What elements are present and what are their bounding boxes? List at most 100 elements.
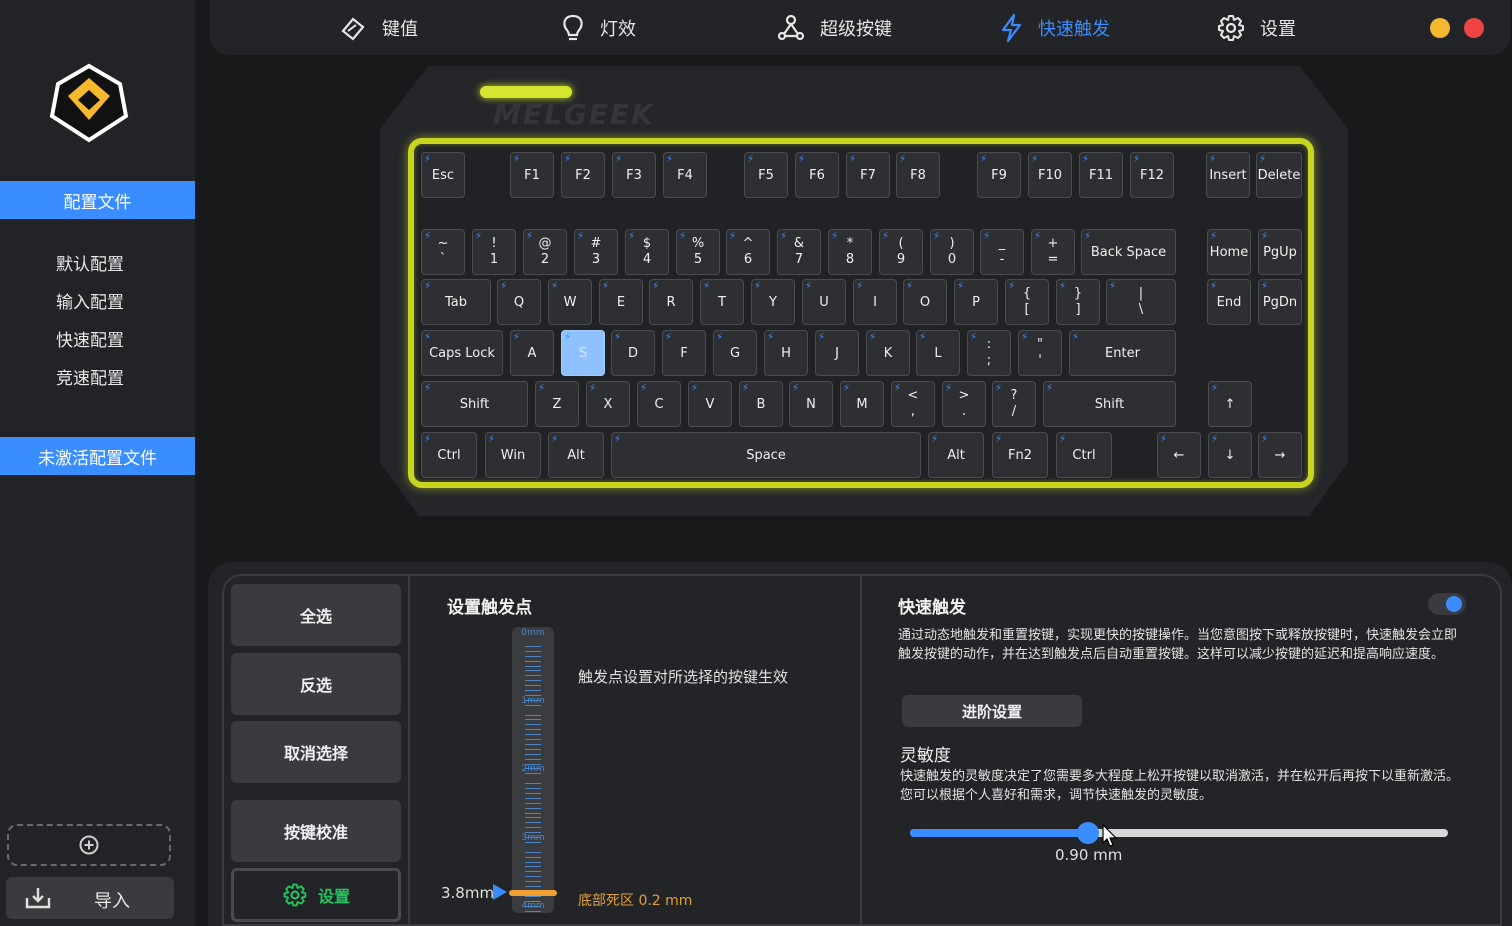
key-f12[interactable]: ⚡ F12 [1130,152,1174,198]
select-all-button[interactable]: 全选 [231,584,401,646]
tab-super-key[interactable]: 超级按键 [776,12,892,44]
key-f11[interactable]: ⚡ F11 [1079,152,1123,198]
key-fn2[interactable]: ⚡ Fn2 [992,432,1048,478]
rapid-trigger-toggle[interactable] [1428,593,1466,615]
key-[interactable]: ⚡ _ - [980,229,1024,275]
calibrate-button[interactable]: 按键校准 [231,800,401,862]
key-f5[interactable]: ⚡ F5 [744,152,788,198]
invert-selection-button[interactable]: 反选 [231,653,401,715]
key-[interactable]: ⚡ ↓ [1208,432,1252,478]
key-8[interactable]: ⚡ * 8 [828,229,872,275]
key-a[interactable]: ⚡ A [510,330,554,376]
key-win[interactable]: ⚡ Win [485,432,541,478]
trigger-gauge[interactable]: 0mm 1mm 2mm 3mm 4mm [512,627,554,913]
advanced-settings-button[interactable]: 进阶设置 [902,695,1082,727]
profile-fast[interactable]: 快速配置 [0,321,180,355]
key-m[interactable]: ⚡ M [840,381,884,427]
key-[interactable]: ⚡ >. [942,381,986,427]
key-[interactable]: ⚡ " ' [1018,330,1062,376]
key-c[interactable]: ⚡ C [637,381,681,427]
key-space[interactable]: ⚡ Space [611,432,921,478]
minimize-button[interactable] [1430,18,1450,38]
key-9[interactable]: ⚡ (9 [879,229,923,275]
key-[interactable]: ⚡ + = [1031,229,1075,275]
key-f3[interactable]: ⚡ F3 [612,152,656,198]
trigger-point-marker[interactable] [509,890,557,896]
tab-rapid-trigger[interactable]: 快速触发 [998,12,1110,44]
key-w[interactable]: ⚡ W [548,279,592,325]
close-button[interactable] [1464,18,1484,38]
key-l[interactable]: ⚡ L [916,330,960,376]
key-e[interactable]: ⚡ E [599,279,643,325]
key-7[interactable]: ⚡ & 7 [777,229,821,275]
key-[interactable]: ⚡ <, [891,381,935,427]
key-[interactable]: ⚡ ← [1157,432,1201,478]
key-5[interactable]: ⚡ % 5 [676,229,720,275]
key-z[interactable]: ⚡ Z [535,381,579,427]
key-f6[interactable]: ⚡ F6 [795,152,839,198]
key-f4[interactable]: ⚡ F4 [663,152,707,198]
key-ctrl[interactable]: ⚡ Ctrl [421,432,477,478]
key-4[interactable]: ⚡ $4 [625,229,669,275]
key-d[interactable]: ⚡ D [611,330,655,376]
key-[interactable]: ⚡ {[ [1005,279,1049,325]
key-g[interactable]: ⚡ G [713,330,757,376]
key-capslock[interactable]: ⚡ Caps Lock [421,330,503,376]
key-[interactable]: ⚡ ? / [992,381,1036,427]
key-f7[interactable]: ⚡ F7 [846,152,890,198]
key-h[interactable]: ⚡ H [764,330,808,376]
key-0[interactable]: ⚡) 0 [930,229,974,275]
key-shift[interactable]: ⚡ Shift [421,381,528,427]
add-profile-button[interactable] [7,824,171,866]
sensitivity-slider-handle[interactable] [1076,822,1099,844]
key-u[interactable]: ⚡ U [802,279,846,325]
inactive-profiles-header[interactable]: 未激活配置文件 [0,437,195,475]
key-3[interactable]: ⚡ #3 [574,229,618,275]
key-home[interactable]: ⚡ Home [1207,229,1251,275]
key-[interactable]: ⚡:; [967,330,1011,376]
key-pgdn[interactable]: ⚡ PgDn [1258,279,1302,325]
profile-typing[interactable]: 输入配置 [0,283,180,317]
key-y[interactable]: ⚡ Y [751,279,795,325]
tab-lighting[interactable]: 灯效 [560,12,636,44]
key-f9[interactable]: ⚡ F9 [977,152,1021,198]
key-end[interactable]: ⚡ End [1207,279,1251,325]
key-s[interactable]: ⚡ S [561,330,605,376]
profile-default[interactable]: 默认配置 [0,245,180,279]
key-b[interactable]: ⚡ B [739,381,783,427]
key-f8[interactable]: ⚡ F8 [896,152,940,198]
key-p[interactable]: ⚡ P [954,279,998,325]
key-shift[interactable]: ⚡ Shift [1043,381,1176,427]
key-1[interactable]: ⚡ ! 1 [472,229,516,275]
key-alt[interactable]: ⚡ Alt [928,432,984,478]
key-[interactable]: ⚡ | \ [1106,279,1176,325]
key-delete[interactable]: ⚡ Delete [1256,152,1302,198]
tab-keymap[interactable]: 键值 [338,12,418,44]
deselect-button[interactable]: 取消选择 [231,721,401,783]
key-enter[interactable]: ⚡ Enter [1069,330,1176,376]
key-[interactable]: ⚡ → [1258,432,1302,478]
key-[interactable]: ⚡ ↑ [1208,381,1252,427]
key-tab[interactable]: ⚡ Tab [421,279,491,325]
key-x[interactable]: ⚡ X [586,381,630,427]
key-[interactable]: ⚡ ~ ` [421,229,465,275]
key-o[interactable]: ⚡ O [903,279,947,325]
key-f[interactable]: ⚡ F [662,330,706,376]
key-backspace[interactable]: ⚡ Back Space [1081,229,1176,275]
key-v[interactable]: ⚡ V [688,381,732,427]
key-f1[interactable]: ⚡ F1 [510,152,554,198]
key-j[interactable]: ⚡ J [815,330,859,376]
tab-settings[interactable]: 设置 [1216,12,1296,44]
key-t[interactable]: ⚡ T [700,279,744,325]
key-pgup[interactable]: ⚡ PgUp [1258,229,1302,275]
key-alt[interactable]: ⚡ Alt [548,432,604,478]
key-q[interactable]: ⚡ Q [497,279,541,325]
key-f10[interactable]: ⚡ F10 [1028,152,1072,198]
key-i[interactable]: ⚡ I [853,279,897,325]
key-k[interactable]: ⚡ K [866,330,910,376]
key-f2[interactable]: ⚡ F2 [561,152,605,198]
key-2[interactable]: ⚡ @2 [523,229,567,275]
key-ctrl[interactable]: ⚡ Ctrl [1056,432,1112,478]
profile-header[interactable]: 配置文件 [0,181,195,219]
key-esc[interactable]: ⚡ Esc [421,152,465,198]
